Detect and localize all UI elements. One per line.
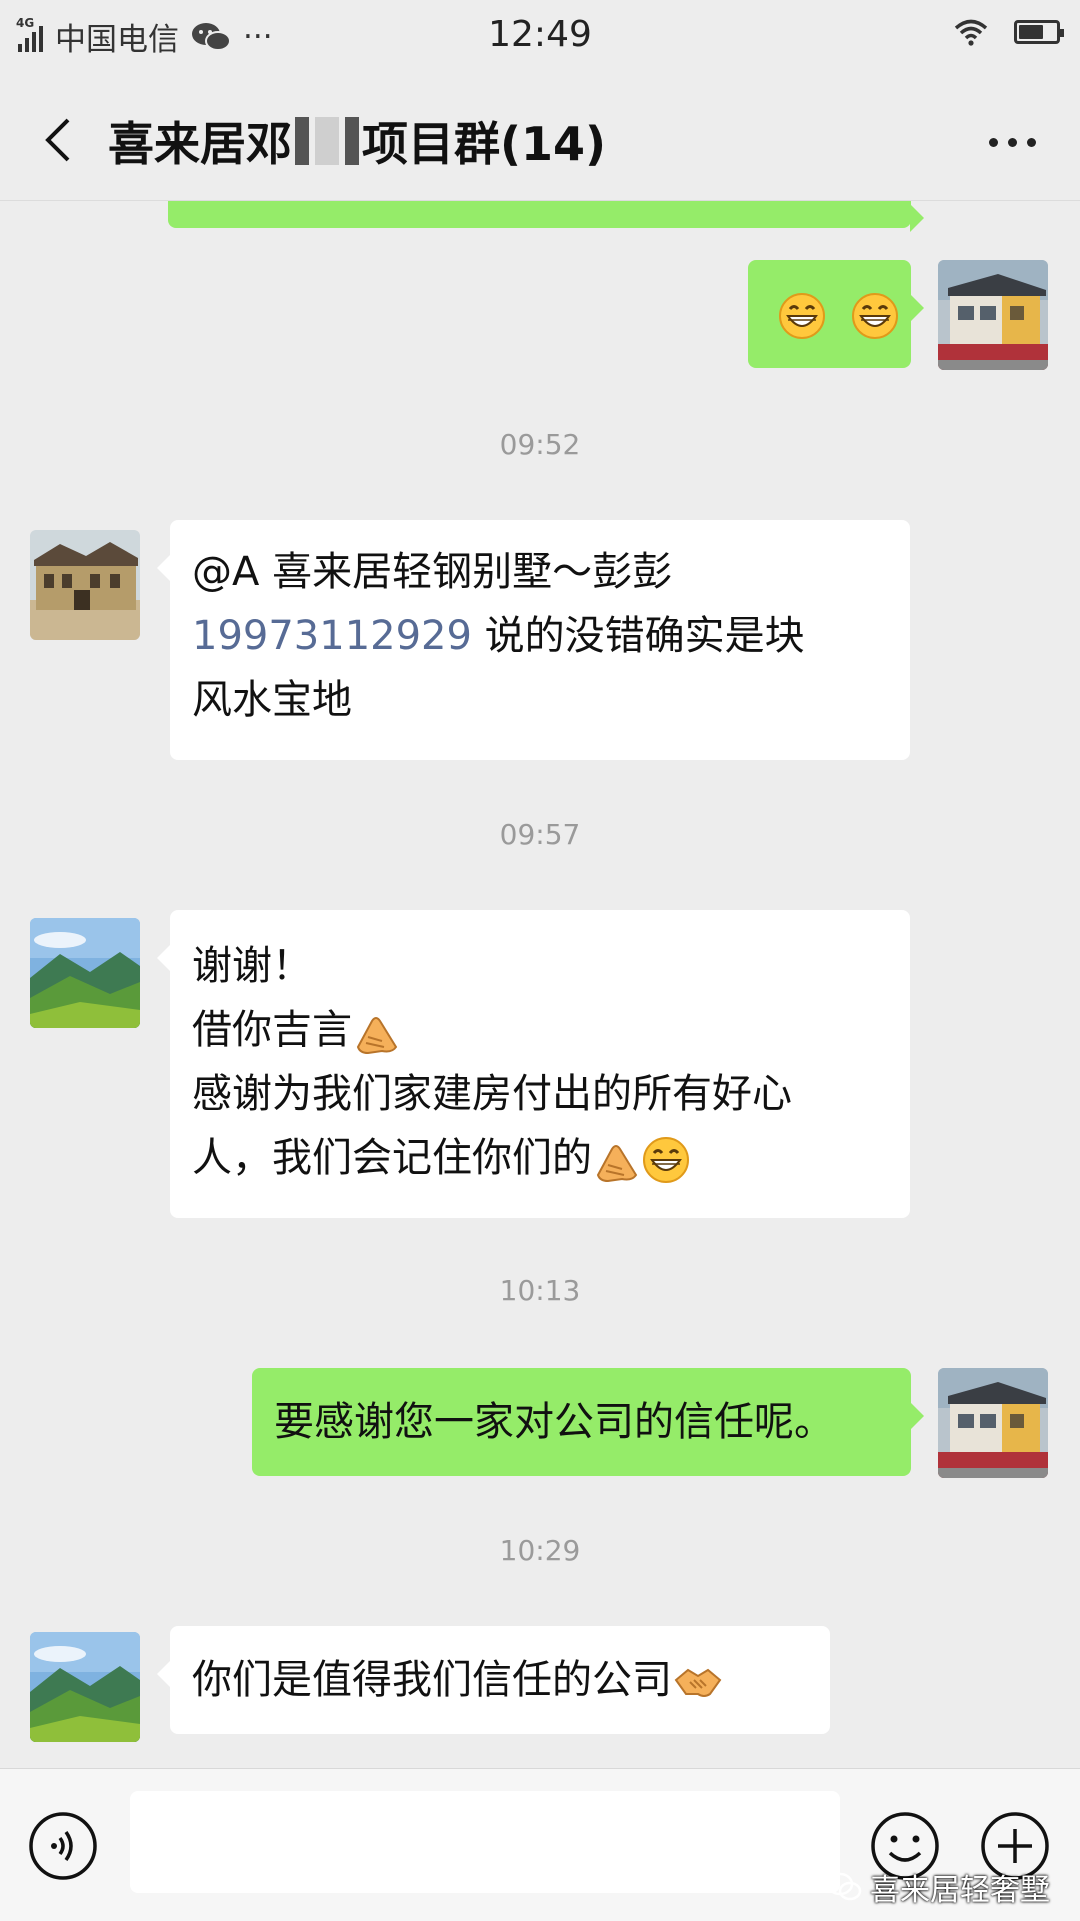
message-line: 风水宝地 — [192, 677, 352, 723]
timestamp: 10:13 — [499, 1274, 581, 1307]
voice-input-icon[interactable] — [28, 1811, 98, 1881]
message-bubble[interactable]: @A 喜来居轻钢别墅～彭彭 19973112929 说的没错确实是块 风水宝地 — [157, 520, 910, 760]
message-text: 人，我们会记住你们的 — [192, 1135, 592, 1181]
message-line: 感谢为我们家建房付出的所有好心 — [192, 1071, 792, 1117]
status-time: 12:49 — [488, 14, 592, 55]
avatar-member[interactable] — [30, 918, 140, 1028]
wifi-icon — [954, 19, 988, 46]
avatar-member[interactable] — [30, 1632, 140, 1742]
redaction-block — [345, 117, 359, 165]
status-right — [954, 18, 1064, 46]
timestamp: 10:29 — [499, 1534, 581, 1567]
message-input[interactable] — [130, 1791, 840, 1893]
more-options-icon[interactable] — [989, 138, 1036, 147]
message-line: 借你吉言 — [192, 998, 888, 1062]
handshake-icon — [675, 1669, 721, 1697]
grinning-face-icon — [642, 1136, 690, 1184]
chat-title-part2: 项目群(14) — [362, 117, 607, 171]
message-bubble[interactable]: 谢谢！ 借你吉言 感谢为我们家建房付出的所有好心 人，我们会记住你们的 — [157, 910, 910, 1218]
message-line: 人，我们会记住你们的 — [192, 1126, 888, 1190]
message-list[interactable]: 09:52 @A 喜来居轻钢别墅～彭彭 19973112929 说的没错确实是块… — [0, 200, 1080, 1768]
grinning-face-icon — [778, 292, 826, 340]
message-text: 借你吉言 — [192, 1007, 352, 1053]
watermark-text: 喜来居轻奢墅 — [870, 1873, 1050, 1908]
redaction-block — [295, 117, 309, 165]
message-text: 说的没错确实是块 — [471, 613, 805, 659]
redaction-block — [315, 117, 339, 165]
message-text: 你们是值得我们信任的公司 — [192, 1657, 672, 1703]
message-line: 19973112929 说的没错确实是块 — [192, 604, 888, 668]
grinning-face-icon — [851, 292, 899, 340]
watermark: 喜来居轻奢墅 — [826, 1865, 1050, 1909]
avatar-self[interactable] — [938, 1368, 1048, 1478]
message-bubble-partial[interactable] — [168, 200, 924, 232]
message-text: 要感谢您一家对公司的信任呢。 — [274, 1399, 834, 1445]
avatar-self[interactable] — [938, 260, 1048, 370]
message-line: 谢谢！ — [192, 943, 312, 989]
timestamp: 09:52 — [499, 428, 581, 461]
phone-link[interactable]: 19973112929 — [192, 613, 472, 659]
fist-bump-icon — [357, 1017, 397, 1054]
message-bubble[interactable] — [748, 260, 924, 368]
back-arrow-icon[interactable] — [36, 116, 84, 164]
message-bubble[interactable]: 要感谢您一家对公司的信任呢。 — [252, 1368, 924, 1476]
chat-title: 喜来居邓 项目群(14) — [108, 108, 606, 174]
status-bar: 4G 中国电信 ··· 12:49 — [0, 0, 1080, 78]
timestamp: 09:57 — [499, 818, 581, 851]
wechat-official-account-icon — [826, 1872, 862, 1901]
battery-icon — [1014, 20, 1064, 44]
message-bubble[interactable]: 你们是值得我们信任的公司 — [157, 1626, 830, 1734]
input-bar: 喜来居轻奢墅 — [0, 1768, 1080, 1921]
avatar-member[interactable] — [30, 530, 140, 640]
chat-header: 喜来居邓 项目群(14) — [0, 78, 1080, 201]
chat-title-part1: 喜来居邓 — [108, 117, 292, 171]
message-line: @A 喜来居轻钢别墅～彭彭 — [192, 549, 673, 595]
fist-bump-icon — [597, 1145, 637, 1182]
